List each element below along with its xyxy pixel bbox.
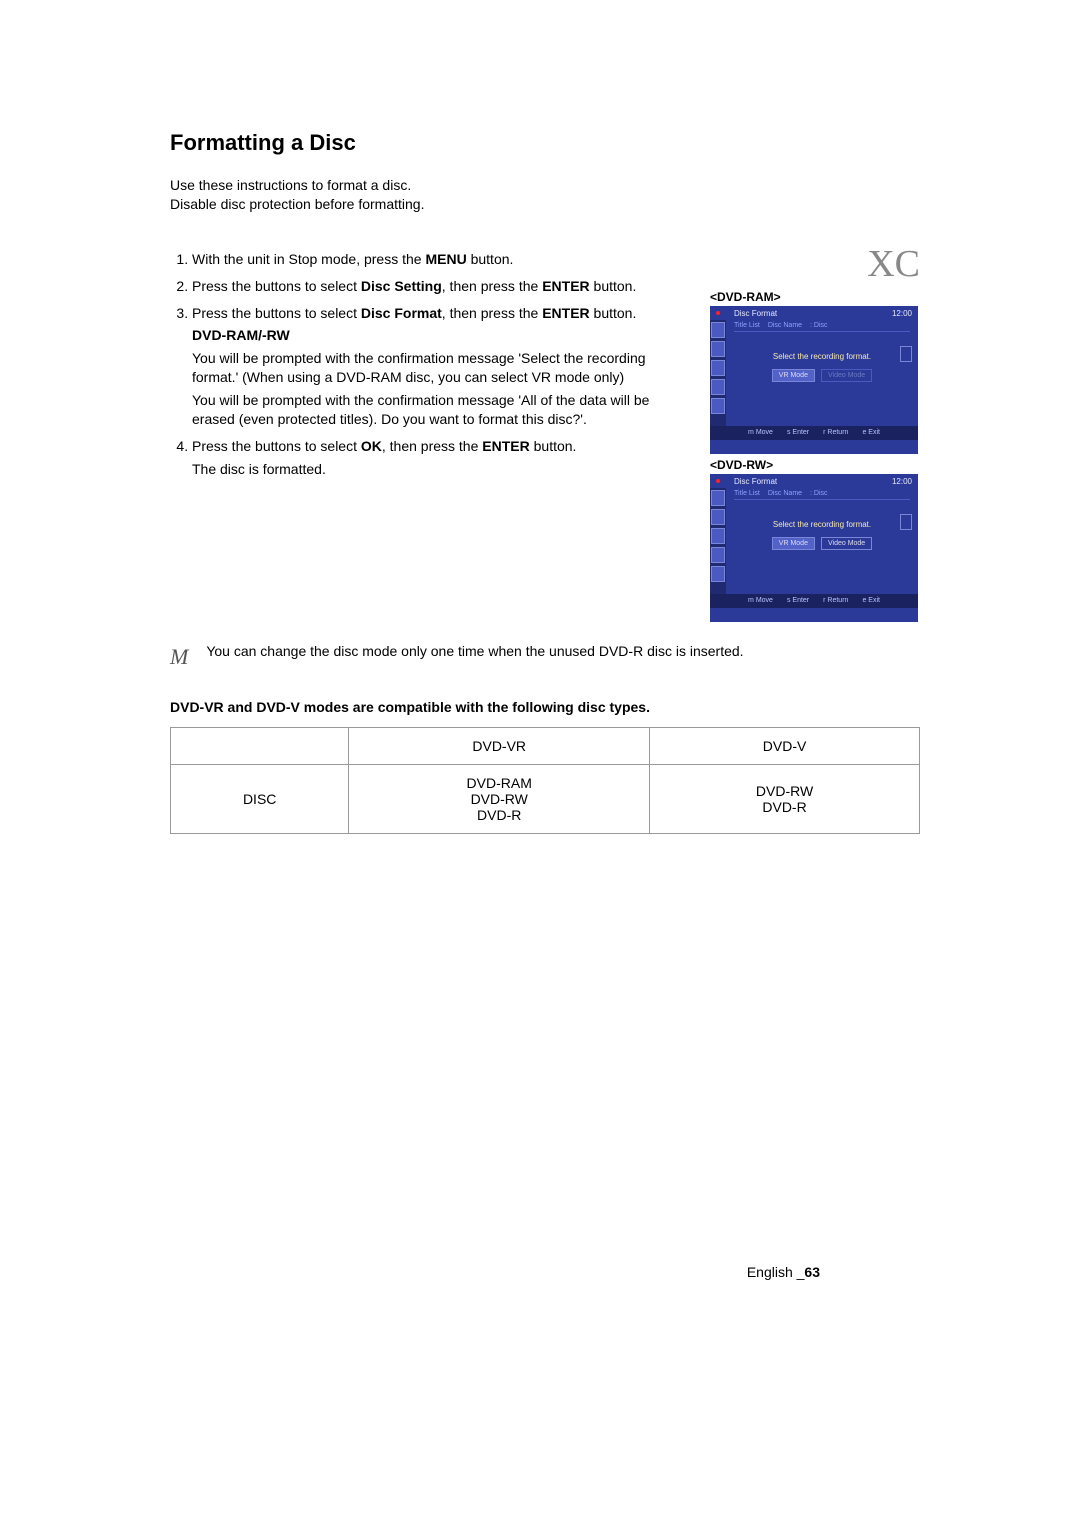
step1-menu: MENU — [425, 251, 466, 267]
osd-time-ram: 12:00 — [892, 309, 912, 318]
step2-text-a: Press the buttons to select — [192, 278, 361, 294]
osd-vr-mode-btn: VR Mode — [772, 369, 815, 382]
osd-panel-rw: Disc Format 12:00 Title List Disc — [710, 474, 918, 622]
osd-foot-move: m Move — [748, 429, 773, 436]
osd-foot-enter: s Enter — [787, 429, 809, 436]
step3-sub-p2: You will be prompted with the confirmati… — [192, 391, 694, 429]
intro-text: Use these instructions to format a disc.… — [170, 176, 920, 214]
step3-sub-p1: You will be prompted with the confirmati… — [192, 349, 694, 387]
table-header-dvdvr: DVD-VR — [349, 728, 650, 765]
osd-title-rw: Disc Format — [734, 477, 777, 486]
osd-prompt-ram: Select the recording format. — [734, 352, 910, 361]
step4-ok: OK — [361, 438, 382, 454]
sidebar-icon — [711, 360, 725, 376]
step3-disc-format: Disc Format — [361, 305, 442, 321]
sidebar-icon — [711, 509, 725, 525]
osd-rw-label: <DVD-RW> — [710, 458, 920, 472]
page-heading: Formatting a Disc — [170, 130, 920, 156]
compatibility-badge: XC — [710, 242, 920, 286]
osd-tab-name: Disc Name — [768, 322, 802, 329]
page-footer: English _63 — [747, 1264, 820, 1280]
osd-tab-title: Title List — [734, 490, 760, 497]
sidebar-icon — [711, 379, 725, 395]
compatibility-table: DVD-VR DVD-V DISC DVD-RAM DVD-RW DVD-R D… — [170, 727, 920, 834]
osd-foot-exit: e Exit — [862, 429, 880, 436]
table-header-dvdv: DVD-V — [650, 728, 920, 765]
intro-line1: Use these instructions to format a disc. — [170, 177, 411, 193]
table-cell-vr-discs: DVD-RAM DVD-RW DVD-R — [349, 765, 650, 834]
step4-enter: ENTER — [482, 438, 529, 454]
osd-foot-move: m Move — [748, 597, 773, 604]
step3-subtitle: DVD-RAM/-RW — [192, 326, 694, 345]
osd-time-rw: 12:00 — [892, 477, 912, 486]
step2-text-c: , then press the — [442, 278, 542, 294]
step1-text-a: With the unit in Stop mode, press the — [192, 251, 425, 267]
note-icon: M — [170, 642, 188, 672]
step2-text-e: button. — [590, 278, 637, 294]
osd-tab-disc: : Disc — [810, 490, 828, 497]
osd-prompt-rw: Select the recording format. — [734, 520, 910, 529]
note-block: M You can change the disc mode only one … — [170, 642, 920, 672]
osd-video-mode-btn-dim: Video Mode — [821, 369, 872, 382]
step4-sub: The disc is formatted. — [192, 460, 694, 479]
table-header-blank — [171, 728, 349, 765]
table-caption: DVD-VR and DVD-V modes are compatible wi… — [170, 699, 920, 715]
table-row-label-disc: DISC — [171, 765, 349, 834]
step2-enter: ENTER — [542, 278, 589, 294]
intro-line2: Disable disc protection before formattin… — [170, 196, 424, 212]
sidebar-icon — [711, 322, 725, 338]
sidebar-icon — [711, 398, 725, 414]
osd-title-ram: Disc Format — [734, 309, 777, 318]
step2-disc-setting: Disc Setting — [361, 278, 442, 294]
record-dot-icon — [716, 479, 720, 483]
step3-enter: ENTER — [542, 305, 589, 321]
osd-tab-title: Title List — [734, 322, 760, 329]
step-1: With the unit in Stop mode, press the ME… — [192, 250, 694, 269]
osd-video-mode-btn: Video Mode — [821, 537, 872, 550]
osd-foot-return: r Return — [823, 597, 848, 604]
sidebar-icon — [711, 490, 725, 506]
step-4: Press the buttons to select OK, then pre… — [192, 437, 694, 479]
step4-text-e: button. — [530, 438, 577, 454]
osd-foot-enter: s Enter — [787, 597, 809, 604]
osd-page-indicator — [900, 514, 912, 530]
record-dot-icon — [716, 311, 720, 315]
osd-tab-disc: : Disc — [810, 322, 828, 329]
osd-foot-return: r Return — [823, 429, 848, 436]
step3-text-a: Press the buttons to select — [192, 305, 361, 321]
footer-lang: English _ — [747, 1264, 805, 1280]
osd-tab-name: Disc Name — [768, 490, 802, 497]
step3-text-e: button. — [590, 305, 637, 321]
osd-foot-exit: e Exit — [862, 597, 880, 604]
sidebar-icon — [711, 528, 725, 544]
step-2: Press the buttons to select Disc Setting… — [192, 277, 694, 296]
osd-vr-mode-btn: VR Mode — [772, 537, 815, 550]
footer-page-number: 63 — [804, 1264, 820, 1280]
step3-text-c: , then press the — [442, 305, 542, 321]
table-cell-v-discs: DVD-RW DVD-R — [650, 765, 920, 834]
sidebar-icon — [711, 341, 725, 357]
osd-page-indicator — [900, 346, 912, 362]
step-3: Press the buttons to select Disc Format,… — [192, 304, 694, 429]
osd-ram-label: <DVD-RAM> — [710, 290, 920, 304]
sidebar-icon — [711, 566, 725, 582]
osd-panel-ram: Disc Format 12:00 Title List Disc — [710, 306, 918, 454]
sidebar-icon — [711, 547, 725, 563]
step4-text-a: Press the buttons to select — [192, 438, 361, 454]
step4-text-c: , then press the — [382, 438, 482, 454]
osd-sidebar — [710, 488, 726, 594]
note-text: You can change the disc mode only one ti… — [206, 642, 920, 672]
osd-sidebar — [710, 320, 726, 426]
step1-text-c: button. — [467, 251, 514, 267]
